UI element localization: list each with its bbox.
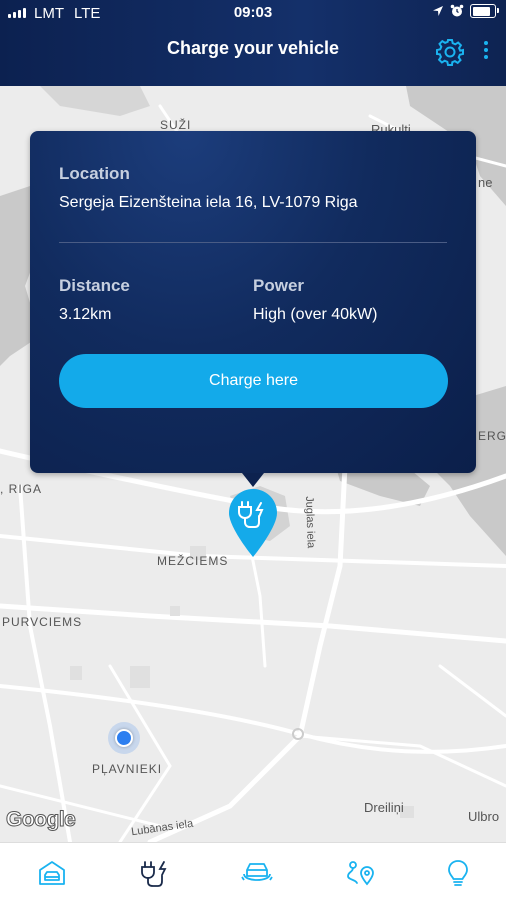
map-label-riga: , RIGA — [0, 482, 43, 496]
garage-car-icon — [39, 861, 65, 885]
map-label-plavnieki: PĻAVNIEKI — [92, 762, 163, 776]
location-value: Sergeja Eizenšteina iela 16, LV-1079 Rig… — [59, 194, 358, 211]
tab-vehicle-service[interactable] — [237, 853, 277, 893]
status-bar: LMT LTE 09:03 — [0, 0, 506, 26]
map-label-purvciems: PURVCIEMS — [2, 615, 83, 629]
tab-charging[interactable] — [134, 853, 174, 893]
status-time: 09:03 — [233, 4, 273, 21]
power-label: Power — [253, 276, 305, 295]
location-label: Location — [59, 164, 130, 183]
alarm-icon — [450, 4, 464, 17]
distance-value: 3.12km — [59, 306, 112, 323]
tab-tips[interactable] — [438, 853, 478, 893]
distance-label: Distance — [59, 276, 130, 295]
charging-plug-icon — [229, 489, 277, 557]
tab-garage[interactable] — [32, 853, 72, 893]
map-label-ne: ne — [478, 175, 493, 190]
station-info-popup: Location Sergeja Eizenšteina iela 16, LV… — [30, 131, 476, 487]
charging-plug-icon — [141, 861, 167, 887]
power-value: High (over 40kW) — [253, 306, 378, 323]
map-label-mezciems: MEŽCIEMS — [157, 554, 229, 568]
map-label-erg: ERG — [478, 429, 506, 443]
car-service-icon — [241, 863, 273, 881]
tab-route[interactable] — [340, 853, 380, 893]
location-arrow-icon — [433, 6, 443, 16]
route-pin-icon — [347, 861, 374, 886]
charging-station-pin[interactable] — [228, 488, 278, 558]
map-label-ulbro: Ulbro — [468, 809, 500, 824]
lightbulb-icon — [448, 860, 468, 886]
map-label-juglas-iela: Juglas iela — [303, 496, 317, 549]
battery-icon — [470, 4, 499, 18]
map-label-suzi: SUŽI — [160, 118, 192, 132]
app-header: LMT LTE 09:03 Charge your vehicle — [0, 0, 506, 86]
google-attribution[interactable]: Google — [5, 808, 76, 832]
more-vertical-icon[interactable] — [478, 38, 494, 64]
bottom-navigation — [0, 842, 506, 901]
map-label-dreilini: Dreiliņi — [364, 800, 404, 815]
charge-here-button[interactable]: Charge here — [59, 354, 448, 408]
divider — [59, 242, 447, 243]
page-title: Charge your vehicle — [166, 38, 340, 58]
current-location-dot — [108, 722, 140, 754]
gear-icon[interactable] — [435, 37, 465, 67]
